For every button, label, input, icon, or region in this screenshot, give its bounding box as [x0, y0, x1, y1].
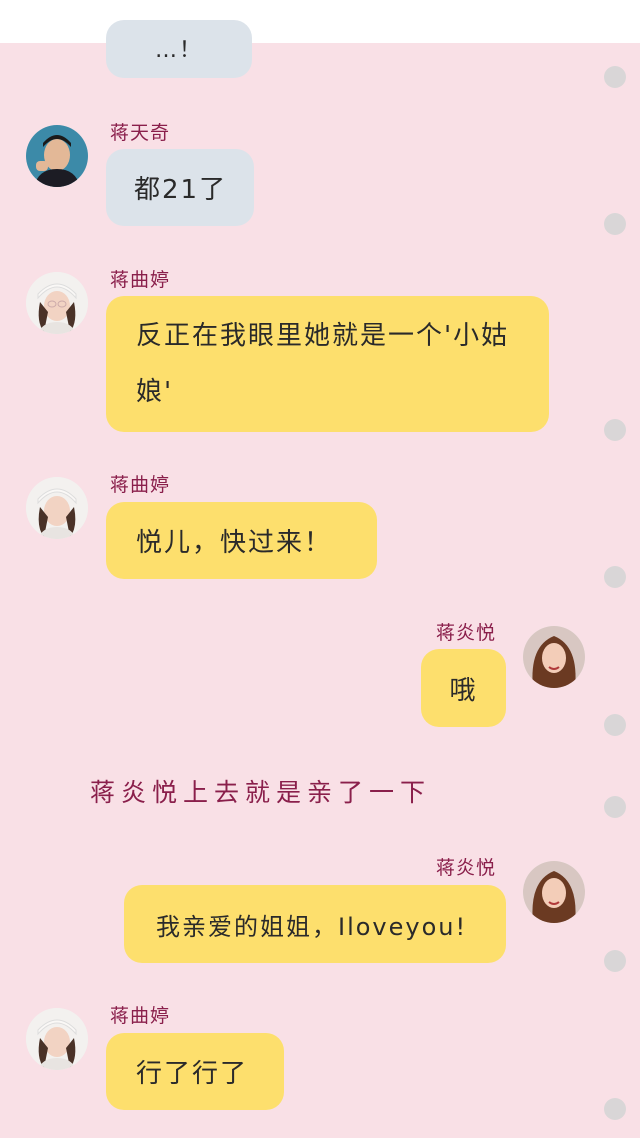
sender-name: 蒋炎悦: [436, 857, 497, 879]
sender-name: 蒋曲婷: [110, 269, 171, 291]
sender-name: 蒋曲婷: [110, 1005, 171, 1027]
scroll-dot: [604, 566, 626, 588]
message-bubble[interactable]: 都21了: [106, 149, 254, 226]
message-text: 我亲爱的姐姐，Iloveyou!: [156, 912, 468, 941]
scroll-dot: [604, 419, 626, 441]
message-bubble[interactable]: 行了行了: [106, 1033, 284, 1110]
avatar-female-cap[interactable]: [26, 477, 88, 539]
scroll-dot: [604, 950, 626, 972]
scroll-dot: [604, 796, 626, 818]
avatar-female-self[interactable]: [523, 626, 585, 688]
message-text: …！: [154, 38, 203, 63]
sender-name: 蒋炎悦: [436, 622, 497, 644]
message-text: 哦: [449, 675, 478, 706]
message-text: 都21了: [134, 175, 228, 205]
avatar-female-self[interactable]: [523, 861, 585, 923]
scroll-dot: [604, 714, 626, 736]
message-bubble[interactable]: …！: [106, 20, 252, 78]
message-bubble[interactable]: 悦儿，快过来！: [106, 502, 377, 579]
message-text: 悦儿，快过来！: [136, 528, 333, 558]
message-text: 反正在我眼里她就是一个'小姑娘': [136, 321, 510, 407]
avatar-female-cap[interactable]: [26, 272, 88, 334]
scroll-dot: [604, 213, 626, 235]
message-bubble[interactable]: 哦: [421, 649, 506, 727]
message-bubble[interactable]: 反正在我眼里她就是一个'小姑娘': [106, 296, 549, 432]
scroll-dot: [604, 66, 626, 88]
sender-name: 蒋曲婷: [110, 474, 171, 496]
avatar-male[interactable]: [26, 125, 88, 187]
scroll-dot: [604, 1098, 626, 1120]
avatar-female-cap[interactable]: [26, 1008, 88, 1070]
top-status-bar: [0, 0, 640, 43]
narration-text: 蒋炎悦上去就是亲了一下: [90, 778, 432, 807]
message-text: 行了行了: [136, 1059, 249, 1089]
message-bubble[interactable]: 我亲爱的姐姐，Iloveyou!: [124, 885, 506, 963]
sender-name: 蒋天奇: [110, 122, 171, 144]
